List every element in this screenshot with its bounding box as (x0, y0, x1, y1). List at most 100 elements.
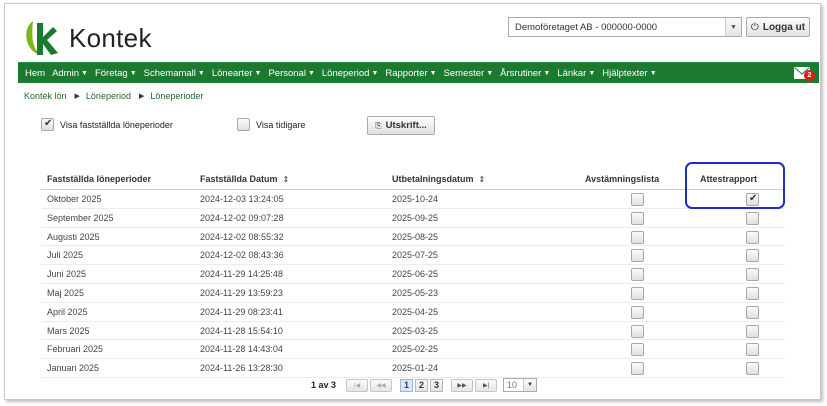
mail-count-badge: 2 (804, 70, 815, 81)
attestrapport-checkbox[interactable] (746, 305, 759, 319)
show-fixed-option[interactable]: Visa fastställda löneperioder (41, 118, 173, 131)
avstamningslista-checkbox[interactable] (631, 193, 644, 206)
table-row: Juli 2025 2024-12-02 08:43:36 2025-07-25 (41, 246, 785, 266)
prev-page-button[interactable]: ◀◀ (370, 378, 393, 392)
sort-icon[interactable]: ⇕ (479, 175, 486, 184)
cell-date: 2024-11-29 08:23:41 (200, 306, 283, 317)
avstamningslista-checkbox[interactable] (631, 249, 644, 263)
avstamningslista-checkbox[interactable] (631, 211, 644, 225)
avstamningslista-checkbox[interactable] (631, 343, 644, 357)
cell-pay: 2025-01-24 (392, 363, 439, 374)
nav-item-företag[interactable]: Företag ▼ (95, 68, 137, 79)
kontek-logo[interactable]: Kontek (23, 18, 152, 58)
attestrapport-checkbox[interactable] (746, 268, 759, 282)
breadcrumb-item-loneperioder[interactable]: Löneperioder (150, 91, 203, 101)
breadcrumb-item-loneperiod[interactable]: Löneperiod (86, 91, 131, 101)
company-select[interactable]: Demoföretaget AB - 000000-0000 ▼ (508, 17, 742, 37)
cell-date: 2024-12-02 09:07:28 (200, 212, 284, 223)
nav-item-hjälptexter[interactable]: Hjälptexter ▼ (602, 68, 656, 79)
cell-pay: 2025-09-25 (392, 212, 439, 223)
kontek-logo-icon (26, 21, 58, 55)
cell-period: Juli 2025 (47, 250, 84, 261)
attestrapport-checkbox[interactable] (746, 362, 759, 376)
nav-item-löneperiod[interactable]: Löneperiod ▼ (322, 68, 378, 79)
logout-label: Logga ut (762, 21, 806, 33)
avstamningslista-checkbox[interactable] (631, 324, 644, 338)
attestrapport-highlight (685, 162, 785, 209)
avstamningslista-checkbox[interactable] (631, 362, 644, 376)
show-earlier-option[interactable]: Visa tidigare (237, 118, 305, 131)
print-button[interactable]: ⎘ Utskrift... (367, 116, 435, 135)
table-header: Fastställda löneperioder Fastställda Dat… (41, 164, 785, 190)
brand-name: Kontek (69, 22, 152, 53)
page-size-value: 10 (507, 380, 518, 390)
caret-down-icon: ▼ (371, 69, 379, 77)
attestrapport-checkbox[interactable] (746, 230, 759, 244)
table-row: Juni 2025 2024-11-29 14:25:48 2025-06-25 (41, 265, 785, 284)
cell-pay: 2025-03-25 (392, 325, 439, 336)
avstamningslista-checkbox[interactable] (631, 305, 644, 319)
page-button-1[interactable]: 1 (400, 378, 414, 392)
avstamningslista-checkbox[interactable] (631, 268, 644, 282)
column-header-avst: Avstämningslista (585, 174, 660, 184)
app-window: Kontek Demoföretaget AB - 000000-0000 ▼ … (4, 3, 821, 400)
cell-period: Maj 2025 (47, 287, 85, 298)
table-row: September 2025 2024-12-02 09:07:28 2025-09… (41, 209, 785, 228)
cell-period: Juni 2025 (47, 269, 87, 280)
page-size-select[interactable]: 10 ▼ (503, 378, 538, 392)
chevron-down-icon[interactable]: ▼ (523, 379, 537, 391)
cell-pay: 2025-10-24 (392, 194, 439, 204)
logout-button[interactable]: ⏻ Logga ut (746, 17, 810, 37)
show-fixed-checkbox[interactable] (41, 118, 54, 131)
table-row: Januari 2025 2024-11-26 13:28:30 2025-01-2… (41, 359, 785, 378)
chevron-down-icon[interactable]: ▼ (725, 18, 741, 36)
page-button-2[interactable]: 2 (415, 378, 429, 392)
nav-item-lönearter[interactable]: Lönearter ▼ (212, 68, 262, 79)
last-page-button[interactable]: ▶| (475, 378, 498, 392)
print-icon: ⎘ (375, 120, 382, 130)
breadcrumb-separator-icon: ▶ (138, 93, 145, 100)
attestrapport-checkbox[interactable] (746, 324, 759, 338)
nav-item-semester[interactable]: Semester ▼ (444, 68, 494, 79)
nav-item-årsrutiner[interactable]: Årsrutiner ▼ (500, 68, 550, 79)
attestrapport-checkbox[interactable] (746, 249, 759, 263)
next-page-button[interactable]: ▶▶ (451, 378, 474, 392)
power-icon: ⏻ (750, 21, 759, 33)
attestrapport-checkbox[interactable] (746, 211, 759, 225)
first-page-button[interactable]: |◀ (346, 378, 369, 392)
attestrapport-checkbox[interactable] (746, 343, 759, 357)
cell-pay: 2025-05-23 (392, 287, 439, 298)
page-button-3[interactable]: 3 (430, 378, 444, 392)
table-row: Februari 2025 2024-11-28 14:43:04 2025-02-… (41, 340, 785, 360)
show-fixed-label: Visa fastställda löneperioder (60, 119, 173, 130)
cell-period: Januari 2025 (47, 363, 100, 374)
mail-icon[interactable]: 2 (794, 67, 815, 81)
cell-pay: 2025-08-25 (392, 231, 439, 242)
nav-item-admin[interactable]: Admin ▼ (52, 68, 88, 79)
column-header-pay[interactable]: Utbetalningsdatum ⇕ (392, 174, 485, 184)
sort-icon[interactable]: ⇕ (283, 175, 290, 184)
table-row: April 2025 2024-11-29 08:23:41 2025-04-25 (41, 303, 785, 322)
cell-date: 2024-12-03 13:24:05 (200, 194, 284, 204)
column-header-period: Fastställda löneperioder (47, 174, 152, 184)
avstamningslista-checkbox[interactable] (631, 230, 644, 244)
breadcrumb-item-kontek-lon[interactable]: Kontek lön (24, 91, 67, 101)
cell-pay: 2025-06-25 (392, 269, 439, 280)
attestrapport-checkbox[interactable] (746, 286, 759, 300)
nav-item-personal[interactable]: Personal ▼ (268, 68, 314, 79)
nav-item-schemamall[interactable]: Schemamall ▼ (144, 68, 205, 79)
breadcrumb-separator-icon: ▶ (74, 93, 80, 100)
nav-item-länkar[interactable]: Länkar ▼ (557, 68, 595, 79)
nav-item-rapporter[interactable]: Rapporter ▼ (385, 68, 436, 79)
avstamningslista-checkbox[interactable] (631, 286, 644, 300)
nav-item-hem[interactable]: Hem (25, 68, 45, 79)
column-header-date[interactable]: Fastställda Datum ⇕ (200, 174, 289, 184)
caret-down-icon: ▼ (588, 69, 596, 77)
cell-date: 2024-11-28 15:54:10 (200, 325, 283, 336)
cell-period: Augusti 2025 (47, 231, 100, 242)
periods-table: Fastställda löneperioder Fastställda Dat… (41, 164, 785, 378)
main-menu: Hem Admin ▼ Företag ▼ Schemamall ▼ Lönearter ▼ Pe… (18, 62, 819, 83)
show-earlier-checkbox[interactable] (237, 118, 250, 131)
cell-period: Oktober 2025 (47, 194, 102, 204)
page-info: 1 av 3 (311, 380, 337, 390)
